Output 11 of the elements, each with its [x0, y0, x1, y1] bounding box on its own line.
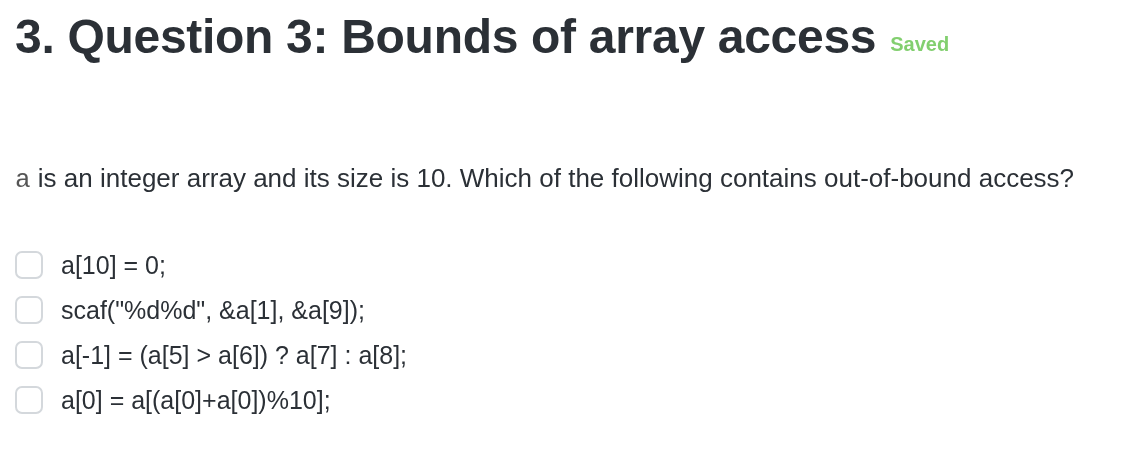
checkbox[interactable] [15, 386, 43, 414]
checkbox[interactable] [15, 341, 43, 369]
answer-option[interactable]: a[-1] = (a[5] > a[6]) ? a[7] : a[8]; [15, 337, 1125, 373]
answer-option[interactable]: scaf("%d%d", &a[1], &a[9]); [15, 292, 1125, 328]
answer-option[interactable]: a[0] = a[(a[0]+a[0])%10]; [15, 382, 1125, 418]
checkbox[interactable] [15, 251, 43, 279]
checkbox[interactable] [15, 296, 43, 324]
question-text: a is an integer array and its size is 10. Which of the following contains out-of-bound access? [15, 162, 1076, 197]
answer-option[interactable]: a[10] = 0; [15, 247, 1125, 283]
question-title: 3. Question 3: Bounds of array access [15, 9, 877, 65]
saved-status: Saved [890, 33, 950, 56]
